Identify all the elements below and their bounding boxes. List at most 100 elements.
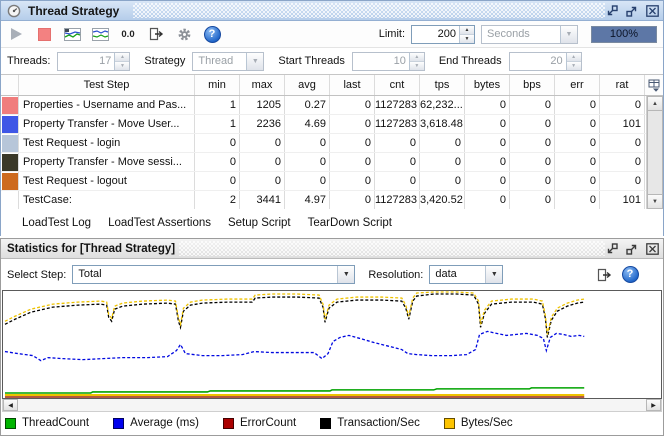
cell-err: 0: [555, 134, 600, 152]
strategy-label: Strategy: [144, 55, 186, 67]
unfloat-window-icon[interactable]: [605, 4, 619, 17]
close-window-icon[interactable]: [645, 4, 659, 17]
select-step-label: Select Step:: [7, 268, 67, 281]
stop-icon[interactable]: [35, 25, 53, 43]
start-threads-spinner[interactable]: 10 ▲ ▼: [351, 51, 425, 71]
cell-tps: 3,420.52: [420, 191, 465, 209]
column-header-tps[interactable]: tps: [420, 75, 465, 95]
table-row[interactable]: Test Request - logout 0 0 0 0 0 0 0 0 0 0: [1, 172, 663, 191]
cell-last: 0: [330, 134, 375, 152]
table-vertical-scrollbar[interactable]: ▲ ▼: [646, 96, 663, 209]
test-step-name: Properties - Username and Pas...: [19, 96, 195, 114]
statistics-toolbar: Select Step: Total ▼ Resolution: data ▼ …: [1, 259, 663, 290]
table-row[interactable]: Test Request - login 0 0 0 0 0 0 0 0 0 0: [1, 134, 663, 153]
float-window-icon[interactable]: [625, 242, 639, 255]
thread-settings-row: Threads: 17 ▲ ▼ Strategy Thread ▼ Start T…: [1, 48, 663, 74]
step-color-swatch: [1, 191, 19, 209]
cell-err: 0: [555, 153, 600, 171]
statistics-titlebar[interactable]: Statistics for [Thread Strategy]: [1, 239, 663, 259]
table-row[interactable]: Properties - Username and Pas... 1 1205 0.2…: [1, 96, 663, 115]
scroll-left-icon[interactable]: ◀: [3, 399, 18, 411]
cell-min: 2: [195, 191, 240, 209]
statistics-history-icon[interactable]: [91, 25, 109, 43]
cell-bytes: 0: [465, 96, 510, 114]
scrollbar-track[interactable]: [18, 399, 646, 411]
table-row[interactable]: TestCase: 2 3441 4.97 0 1127283 3,420.52 0 0 0 101: [1, 191, 663, 209]
cell-rat: 0: [600, 153, 645, 171]
tab-teardown-script[interactable]: TearDown Script: [308, 217, 392, 229]
scroll-up-icon[interactable]: ▲: [647, 96, 663, 111]
limit-down-icon[interactable]: ▼: [460, 34, 474, 43]
column-header-last[interactable]: last: [330, 75, 375, 95]
column-header-avg[interactable]: avg: [285, 75, 330, 95]
table-options-icon[interactable]: [645, 75, 663, 95]
legend-label: Transaction/Sec: [337, 417, 420, 429]
cell-last: 0: [330, 153, 375, 171]
column-header-test-step[interactable]: Test Step: [19, 75, 195, 95]
statistics-chart-canvas: [4, 291, 585, 398]
cell-rat: 101: [600, 115, 645, 133]
help-icon[interactable]: ?: [203, 25, 221, 43]
legend-swatch: [320, 417, 332, 429]
column-header-rat[interactable]: rat: [600, 75, 645, 95]
table-row[interactable]: Property Transfer - Move sessi... 0 0 0 0 0 0 0…: [1, 153, 663, 172]
column-header-bytes[interactable]: bytes: [465, 75, 510, 95]
float-window-icon[interactable]: [625, 4, 639, 17]
progress-label: 100%: [609, 28, 639, 40]
export-icon[interactable]: [595, 266, 613, 284]
help-icon[interactable]: ?: [621, 266, 639, 284]
run-icon[interactable]: [7, 25, 25, 43]
cell-bps: 0: [510, 134, 555, 152]
chart-horizontal-scrollbar[interactable]: ◀ ▶: [2, 399, 662, 412]
tab-loadtest-assertions[interactable]: LoadTest Assertions: [108, 217, 211, 229]
legend-item-average-ms: Average (ms): [113, 417, 199, 429]
soapui-loadtest-window: Thread Strategy 0.0 ? Limit: 200 ▲ ▼ Sec…: [0, 0, 664, 436]
column-header-cnt[interactable]: cnt: [375, 75, 420, 95]
reset-statistics-button[interactable]: 0.0: [119, 25, 137, 43]
cell-min: 0: [195, 172, 240, 190]
cell-bytes: 0: [465, 153, 510, 171]
export-icon[interactable]: [147, 25, 165, 43]
cell-bytes: 0: [465, 191, 510, 209]
column-header-min[interactable]: min: [195, 75, 240, 95]
options-gear-icon[interactable]: [175, 25, 193, 43]
legend-item-threadcount: ThreadCount: [5, 417, 89, 429]
unfloat-window-icon[interactable]: [605, 242, 619, 255]
resolution-dropdown[interactable]: data ▼: [429, 265, 504, 284]
scroll-down-icon[interactable]: ▼: [647, 194, 663, 209]
time-unit-select[interactable]: Seconds ▼: [481, 24, 578, 44]
teststep-statistics-table: Test Step min max avg last cnt tps bytes bps err r…: [1, 74, 663, 209]
series-average-ms: [4, 330, 585, 362]
strategy-select[interactable]: Thread ▼: [192, 51, 265, 71]
loadtest-titlebar[interactable]: Thread Strategy: [1, 1, 663, 21]
column-header-max[interactable]: max: [240, 75, 285, 95]
cell-cnt: 0: [375, 134, 420, 152]
limit-spinner[interactable]: 200 ▲ ▼: [411, 24, 475, 44]
scrollbar-thumb[interactable]: [647, 111, 663, 194]
select-step-dropdown[interactable]: Total ▼: [72, 265, 356, 284]
resolution-label: Resolution:: [368, 268, 424, 281]
cell-max: 3441: [240, 191, 285, 209]
chart-legend: ThreadCount Average (ms) ErrorCount Transac…: [1, 412, 663, 434]
table-row[interactable]: Property Transfer - Move User... 1 2236 4.6…: [1, 115, 663, 134]
test-step-name: Property Transfer - Move sessi...: [19, 153, 195, 171]
legend-label: ErrorCount: [239, 417, 297, 429]
end-threads-spinner[interactable]: 20 ▲ ▼: [508, 51, 582, 71]
chevron-down-icon: ▼: [246, 52, 264, 70]
statistics-graph-icon[interactable]: [63, 25, 81, 43]
threads-spinner[interactable]: 17 ▲ ▼: [57, 51, 131, 71]
tab-setup-script[interactable]: Setup Script: [228, 217, 291, 229]
chevron-down-icon: ▼: [560, 25, 577, 43]
close-window-icon[interactable]: [645, 242, 659, 255]
statistics-title: Statistics for [Thread Strategy]: [7, 242, 176, 255]
cell-tps: 62,232...: [420, 96, 465, 114]
cell-last: 0: [330, 172, 375, 190]
cell-min: 0: [195, 134, 240, 152]
statistics-chart: [2, 290, 662, 399]
column-header-err[interactable]: err: [555, 75, 600, 95]
tab-loadtest-log[interactable]: LoadTest Log: [22, 217, 91, 229]
scroll-right-icon[interactable]: ▶: [646, 399, 661, 411]
cell-cnt: 0: [375, 153, 420, 171]
column-header-bps[interactable]: bps: [510, 75, 555, 95]
limit-up-icon[interactable]: ▲: [460, 25, 474, 35]
